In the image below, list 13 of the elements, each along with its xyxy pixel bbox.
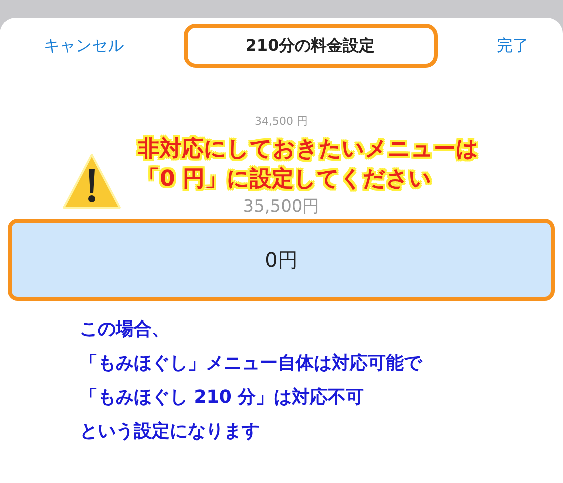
note-text: この場合、 (80, 318, 171, 342)
note-text: 「もみほぐし」メニュー自体は対応可能で (80, 352, 424, 376)
selected-option[interactable]: 0円 (8, 219, 555, 301)
done-button[interactable]: 完了 (497, 34, 529, 58)
cancel-button[interactable]: キャンセル (44, 34, 124, 58)
picker-option[interactable]: 34,500 円 (255, 116, 308, 127)
warning-icon (62, 153, 122, 211)
picker-option[interactable]: 35,500円 (243, 199, 320, 216)
note-text: 「もみほぐし 210 分」は対応不可 (80, 386, 366, 410)
warning-text: 「0 円」に設定してください (138, 166, 433, 194)
sheet-title: 210分の料金設定 (184, 24, 438, 68)
warning-text: 非対応にしておきたいメニューは (138, 136, 479, 164)
note-text: という設定になります (80, 420, 261, 444)
